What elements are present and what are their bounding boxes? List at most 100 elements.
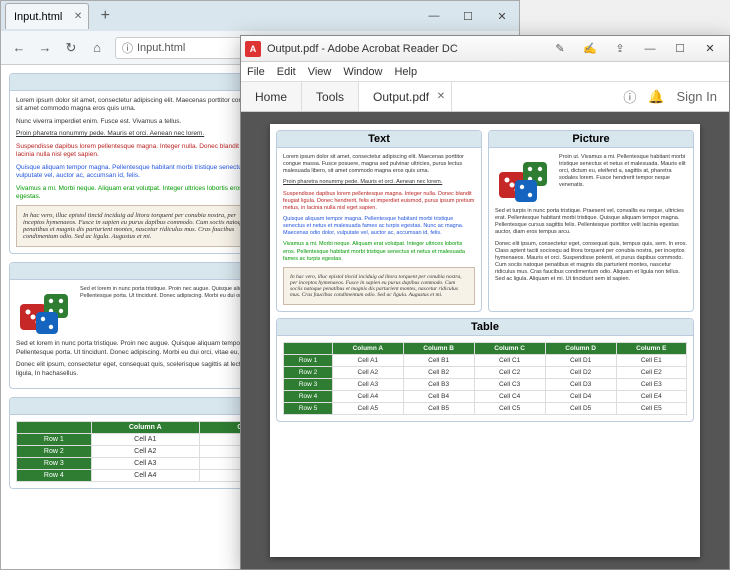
paragraph: Sed et turpis in nunc porta tristique. P…: [495, 208, 687, 237]
acrobat-tool-icon[interactable]: ✎: [545, 36, 575, 62]
forward-icon[interactable]: →: [37, 40, 53, 55]
window-maximize-icon[interactable]: ☐: [451, 1, 485, 31]
pdf-table-header: Table: [277, 319, 693, 336]
table-cell: Cell A3: [91, 458, 199, 470]
acrobat-menubar: File Edit View Window Help: [241, 62, 729, 82]
browser-tab-title: Input.html: [14, 11, 62, 23]
menu-file[interactable]: File: [247, 66, 265, 78]
col-header: Column D: [545, 342, 616, 354]
script-box: In hac vero, illuc epistol tincid incidu…: [283, 267, 475, 305]
menu-edit[interactable]: Edit: [277, 66, 296, 78]
pdf-picture-header: Picture: [489, 131, 693, 148]
url-text: Input.html: [137, 42, 185, 54]
tab-home[interactable]: Home: [241, 82, 302, 111]
refresh-icon[interactable]: ↻: [63, 40, 79, 56]
tab-close-icon[interactable]: ✕: [74, 11, 82, 22]
table-cell: Cell A2: [91, 446, 199, 458]
row-header: Row 3: [284, 378, 333, 390]
window-close-icon[interactable]: ✕: [485, 1, 519, 31]
paragraph-underlined: Proin pharetra nonummy pede. Mauris et o…: [283, 179, 475, 186]
col-header: [17, 422, 92, 434]
table-cell: Cell A1: [333, 354, 404, 366]
col-header: Column B: [403, 342, 474, 354]
row-header: Row 5: [284, 402, 333, 414]
script-box: In hac vero, illuc epistol tincid incidu…: [16, 205, 260, 247]
acrobat-logo-icon: A: [245, 41, 261, 57]
bell-icon[interactable]: 🔔: [648, 89, 664, 105]
paragraph: Donec elit ipsum, consectetur eget, cons…: [495, 241, 687, 284]
table-cell: Cell D4: [545, 390, 616, 402]
table-cell: Cell A2: [333, 366, 404, 378]
table-cell: Cell C5: [474, 402, 545, 414]
browser-titlebar: Input.html ✕ + — ☐ ✕: [1, 1, 519, 31]
window-close-icon[interactable]: ✕: [695, 36, 725, 62]
acrobat-sign-icon[interactable]: ✍: [575, 36, 605, 62]
table-cell: Cell C2: [474, 366, 545, 378]
table-cell: Cell E2: [616, 366, 686, 378]
pdf-text-panel: Text Lorem ipsum dolor sit amet, consect…: [276, 130, 482, 312]
table-cell: Cell D2: [545, 366, 616, 378]
table-cell: Cell C4: [474, 390, 545, 402]
table-cell: Cell A5: [333, 402, 404, 414]
pdf-data-table: Column AColumn BColumn CColumn DColumn E…: [283, 342, 687, 415]
acrobat-window: A Output.pdf - Adobe Acrobat Reader DC ✎…: [240, 35, 730, 570]
home-icon[interactable]: ⌂: [89, 40, 105, 55]
paragraph-red: Suspendisse dapibus lorem pellentesque m…: [283, 191, 475, 212]
paragraph-green: Vivamus a mi. Morbi neque. Aliquam erat …: [283, 241, 475, 262]
signin-link[interactable]: Sign In: [677, 89, 717, 104]
window-minimize-icon[interactable]: —: [635, 36, 665, 62]
menu-help[interactable]: Help: [394, 66, 417, 78]
tab-document-label: Output.pdf: [373, 90, 429, 104]
table-cell: Cell B3: [403, 378, 474, 390]
acrobat-viewport[interactable]: Text Lorem ipsum dolor sit amet, consect…: [241, 112, 729, 569]
table-cell: Cell A3: [333, 378, 404, 390]
url-info-icon: ⓘ: [122, 40, 133, 56]
table-cell: Cell E4: [616, 390, 686, 402]
col-header: Column E: [616, 342, 686, 354]
row-header: Row 4: [284, 390, 333, 402]
col-header: Column C: [474, 342, 545, 354]
acrobat-title-text: Output.pdf - Adobe Acrobat Reader DC: [267, 43, 458, 55]
window-maximize-icon[interactable]: ☐: [665, 36, 695, 62]
table-cell: Cell B4: [403, 390, 474, 402]
window-minimize-icon[interactable]: —: [417, 1, 451, 31]
table-cell: Cell B2: [403, 366, 474, 378]
pdf-picture-panel: Picture Proin ut. Vivamus a mi. Pellente…: [488, 130, 694, 312]
table-cell: Cell C3: [474, 378, 545, 390]
help-icon[interactable]: ⓘ: [623, 87, 636, 106]
row-header: Row 1: [284, 354, 333, 366]
picture-text: Proin ut. Vivamus a mi. Pellentesque hab…: [559, 154, 687, 204]
dice-image: [495, 154, 555, 204]
dice-image: [16, 286, 76, 336]
table-cell: Cell A1: [91, 434, 199, 446]
col-header: [284, 342, 333, 354]
tab-close-icon[interactable]: ✕: [437, 91, 445, 102]
back-icon[interactable]: ←: [11, 40, 27, 55]
menu-view[interactable]: View: [308, 66, 332, 78]
table-cell: Cell D3: [545, 378, 616, 390]
table-cell: Cell D1: [545, 354, 616, 366]
menu-window[interactable]: Window: [343, 66, 382, 78]
table-cell: Cell E1: [616, 354, 686, 366]
row-header: Row 4: [17, 470, 92, 482]
row-header: Row 1: [17, 434, 92, 446]
paragraph: Lorem ipsum dolor sit amet, consectetur …: [283, 154, 475, 175]
table-cell: Cell E3: [616, 378, 686, 390]
tab-tools[interactable]: Tools: [302, 82, 359, 111]
acrobat-share-icon[interactable]: ⇪: [605, 36, 635, 62]
acrobat-tabbar: Home Tools Output.pdf ✕ ⓘ 🔔 Sign In: [241, 82, 729, 112]
new-tab-button[interactable]: +: [95, 6, 115, 26]
acrobat-titlebar: A Output.pdf - Adobe Acrobat Reader DC ✎…: [241, 36, 729, 62]
table-cell: Cell A4: [333, 390, 404, 402]
browser-tab[interactable]: Input.html ✕: [5, 3, 89, 29]
tab-document[interactable]: Output.pdf ✕: [359, 82, 452, 111]
col-header: Column A: [91, 422, 199, 434]
row-header: Row 3: [17, 458, 92, 470]
table-cell: Cell A4: [91, 470, 199, 482]
table-cell: Cell D5: [545, 402, 616, 414]
col-header: Column A: [333, 342, 404, 354]
row-header: Row 2: [17, 446, 92, 458]
table-cell: Cell B5: [403, 402, 474, 414]
table-cell: Cell B1: [403, 354, 474, 366]
row-header: Row 2: [284, 366, 333, 378]
